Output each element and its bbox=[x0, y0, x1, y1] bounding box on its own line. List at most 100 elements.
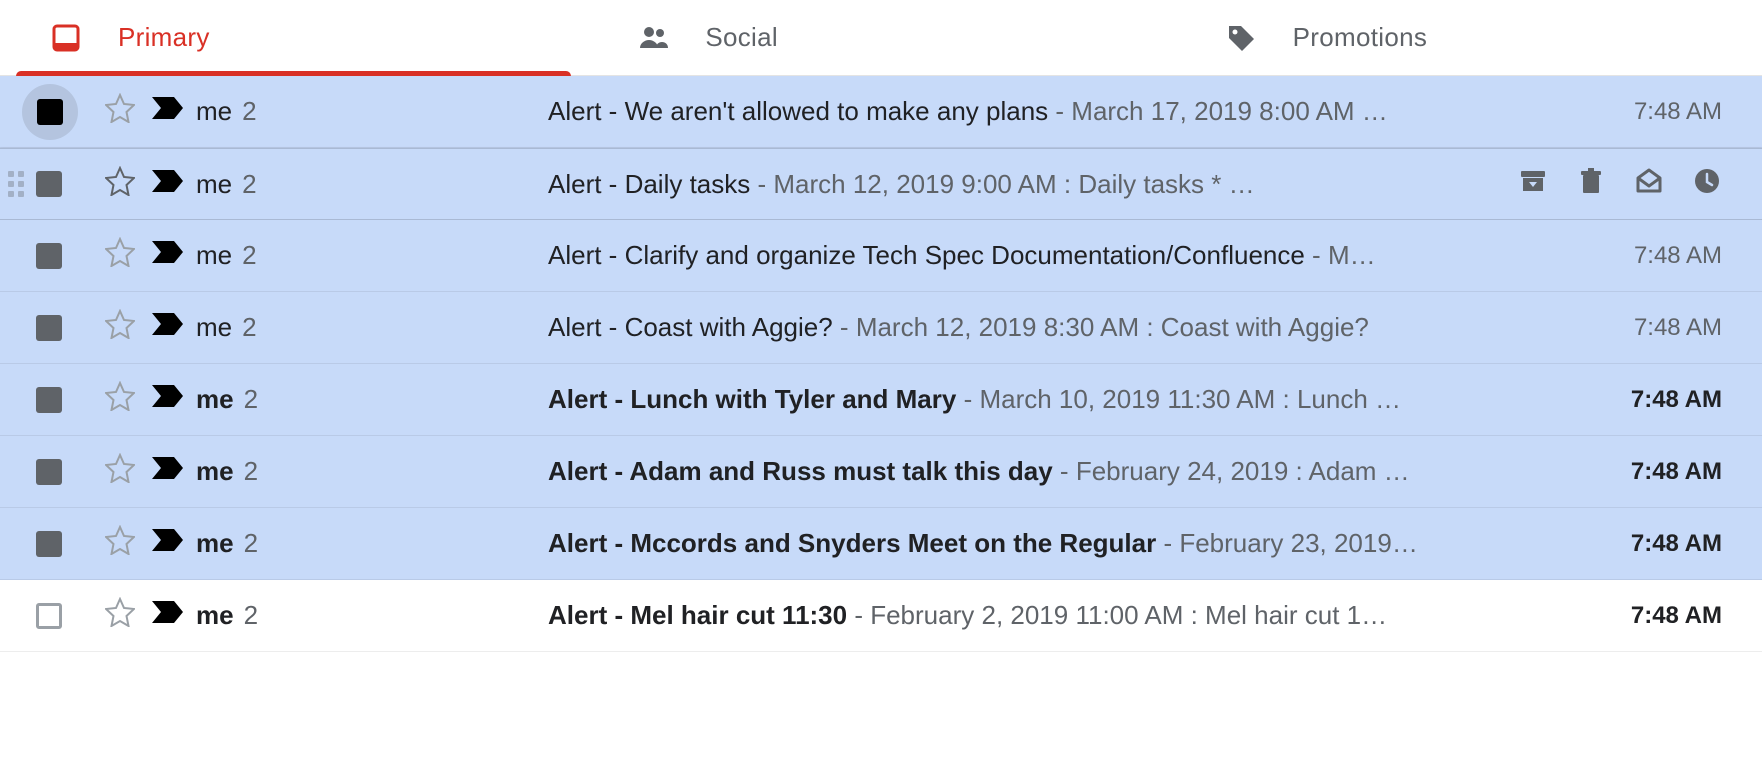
snippet-text: March 10, 2019 11:30 AM : Lunch … bbox=[979, 384, 1401, 414]
snippet-text: February 24, 2019 : Adam … bbox=[1076, 456, 1410, 486]
subject-cell: Alert - Mel hair cut 11:30 - February 2,… bbox=[548, 600, 1592, 631]
star-icon[interactable] bbox=[105, 237, 135, 274]
subject-cell: Alert - Coast with Aggie? - March 12, 20… bbox=[548, 312, 1592, 343]
snippet-text: M… bbox=[1328, 240, 1376, 270]
snippet-text: March 12, 2019 8:30 AM : Coast with Aggi… bbox=[856, 312, 1369, 342]
sender-name: me bbox=[196, 96, 232, 127]
email-row[interactable]: me 2 Alert - Lunch with Tyler and Mary - M… bbox=[0, 364, 1762, 436]
sender-name: me bbox=[196, 384, 234, 415]
sender-name: me bbox=[196, 240, 232, 271]
important-icon[interactable] bbox=[151, 312, 185, 343]
archive-icon[interactable] bbox=[1518, 166, 1548, 203]
email-row[interactable]: me 2 Alert - Mccords and Snyders Meet on t… bbox=[0, 508, 1762, 580]
time-label: 7:48 AM bbox=[1592, 242, 1722, 270]
thread-count: 2 bbox=[242, 240, 256, 271]
separator: - bbox=[750, 169, 773, 199]
thread-count: 2 bbox=[242, 169, 256, 200]
separator: - bbox=[1048, 96, 1071, 126]
subject-text: Alert - Daily tasks bbox=[548, 169, 750, 199]
checkbox-icon[interactable] bbox=[36, 387, 62, 413]
star-icon[interactable] bbox=[105, 166, 135, 203]
star-icon[interactable] bbox=[105, 597, 135, 634]
subject-text: Alert - Mel hair cut 11:30 bbox=[548, 600, 847, 630]
subject-cell: Alert - Daily tasks - March 12, 2019 9:0… bbox=[548, 169, 1432, 200]
email-row[interactable]: me 2 Alert - Adam and Russ must talk this … bbox=[0, 436, 1762, 508]
subject-cell: Alert - Clarify and organize Tech Spec D… bbox=[548, 240, 1592, 271]
thread-count: 2 bbox=[244, 456, 258, 487]
separator: - bbox=[833, 312, 856, 342]
important-icon[interactable] bbox=[151, 528, 185, 559]
star-icon[interactable] bbox=[105, 453, 135, 490]
subject-text: Alert - Coast with Aggie? bbox=[548, 312, 833, 342]
checkbox-icon[interactable] bbox=[36, 603, 62, 629]
sender-cell: me 2 bbox=[192, 240, 548, 271]
clock-icon[interactable] bbox=[1692, 166, 1722, 203]
sender-cell: me 2 bbox=[192, 456, 548, 487]
important-icon[interactable] bbox=[151, 384, 185, 415]
star-icon[interactable] bbox=[105, 309, 135, 346]
sender-cell: me2 bbox=[192, 312, 548, 343]
snippet-text: March 12, 2019 9:00 AM : Daily tasks * … bbox=[773, 169, 1254, 199]
time-label: 7:48 AM bbox=[1592, 530, 1722, 558]
time-label: 7:48 AM bbox=[1592, 386, 1722, 414]
tag-icon bbox=[1223, 20, 1259, 56]
subject-text: Alert - Clarify and organize Tech Spec D… bbox=[548, 240, 1305, 270]
separator: - bbox=[956, 384, 979, 414]
drag-handle-icon[interactable] bbox=[8, 171, 26, 197]
snippet-text: February 2, 2019 11:00 AM : Mel hair cut… bbox=[870, 600, 1387, 630]
subject-cell: Alert - Mccords and Snyders Meet on the … bbox=[548, 528, 1592, 559]
email-row[interactable]: me2Alert - Coast with Aggie? - March 12,… bbox=[0, 292, 1762, 364]
important-icon[interactable] bbox=[151, 169, 185, 200]
subject-text: Alert - We aren't allowed to make any pl… bbox=[548, 96, 1048, 126]
email-row[interactable]: me 2 Alert - We aren't allowed to make any… bbox=[0, 76, 1762, 148]
important-icon[interactable] bbox=[151, 456, 185, 487]
checkbox-icon[interactable] bbox=[36, 531, 62, 557]
sender-cell: me 2 bbox=[192, 528, 548, 559]
people-icon bbox=[635, 20, 671, 56]
sender-cell: me 2 bbox=[192, 384, 548, 415]
subject-cell: Alert - Adam and Russ must talk this day… bbox=[548, 456, 1592, 487]
time-label: 7:48 AM bbox=[1592, 98, 1722, 126]
tab-label: Primary bbox=[118, 22, 210, 53]
tab-label: Social bbox=[705, 22, 778, 53]
star-icon[interactable] bbox=[105, 525, 135, 562]
checkbox-icon[interactable] bbox=[36, 243, 62, 269]
checkbox-icon[interactable] bbox=[37, 99, 63, 125]
email-list: me 2 Alert - We aren't allowed to make any… bbox=[0, 76, 1762, 652]
sender-cell: me2 bbox=[192, 600, 548, 631]
tab-social[interactable]: Social bbox=[587, 0, 1174, 75]
sender-name: me bbox=[196, 456, 234, 487]
important-icon[interactable] bbox=[151, 600, 185, 631]
mail-open-icon[interactable] bbox=[1634, 166, 1664, 203]
checkbox-icon[interactable] bbox=[36, 171, 62, 197]
hover-actions bbox=[1432, 166, 1722, 203]
star-icon[interactable] bbox=[105, 381, 135, 418]
subject-cell: Alert - Lunch with Tyler and Mary - Marc… bbox=[548, 384, 1592, 415]
thread-count: 2 bbox=[244, 528, 258, 559]
subject-text: Alert - Mccords and Snyders Meet on the … bbox=[548, 528, 1156, 558]
separator: - bbox=[1053, 456, 1076, 486]
sender-name: me bbox=[196, 528, 234, 559]
checkbox-icon[interactable] bbox=[36, 459, 62, 485]
tab-promotions[interactable]: Promotions bbox=[1175, 0, 1762, 75]
email-row[interactable]: me2Alert - Daily tasks - March 12, 2019 … bbox=[0, 148, 1762, 220]
star-icon[interactable] bbox=[105, 93, 135, 130]
time-label: 7:48 AM bbox=[1592, 314, 1722, 342]
subject-text: Alert - Lunch with Tyler and Mary bbox=[548, 384, 956, 414]
important-icon[interactable] bbox=[151, 240, 185, 271]
thread-count: 2 bbox=[242, 96, 256, 127]
time-label: 7:48 AM bbox=[1592, 602, 1722, 630]
tab-primary[interactable]: Primary bbox=[0, 0, 587, 75]
email-row[interactable]: me2Alert - Mel hair cut 11:30 - February… bbox=[0, 580, 1762, 652]
inbox-icon bbox=[48, 20, 84, 56]
checkbox-halo[interactable] bbox=[22, 84, 78, 140]
category-tabs: Primary Social Promotions bbox=[0, 0, 1762, 76]
trash-icon[interactable] bbox=[1576, 166, 1606, 203]
sender-name: me bbox=[196, 600, 234, 631]
email-row[interactable]: me 2 Alert - Clarify and organize Tech Spe… bbox=[0, 220, 1762, 292]
subject-text: Alert - Adam and Russ must talk this day bbox=[548, 456, 1053, 486]
thread-count: 2 bbox=[244, 384, 258, 415]
important-icon[interactable] bbox=[151, 96, 185, 127]
checkbox-icon[interactable] bbox=[36, 315, 62, 341]
tab-label: Promotions bbox=[1293, 22, 1428, 53]
